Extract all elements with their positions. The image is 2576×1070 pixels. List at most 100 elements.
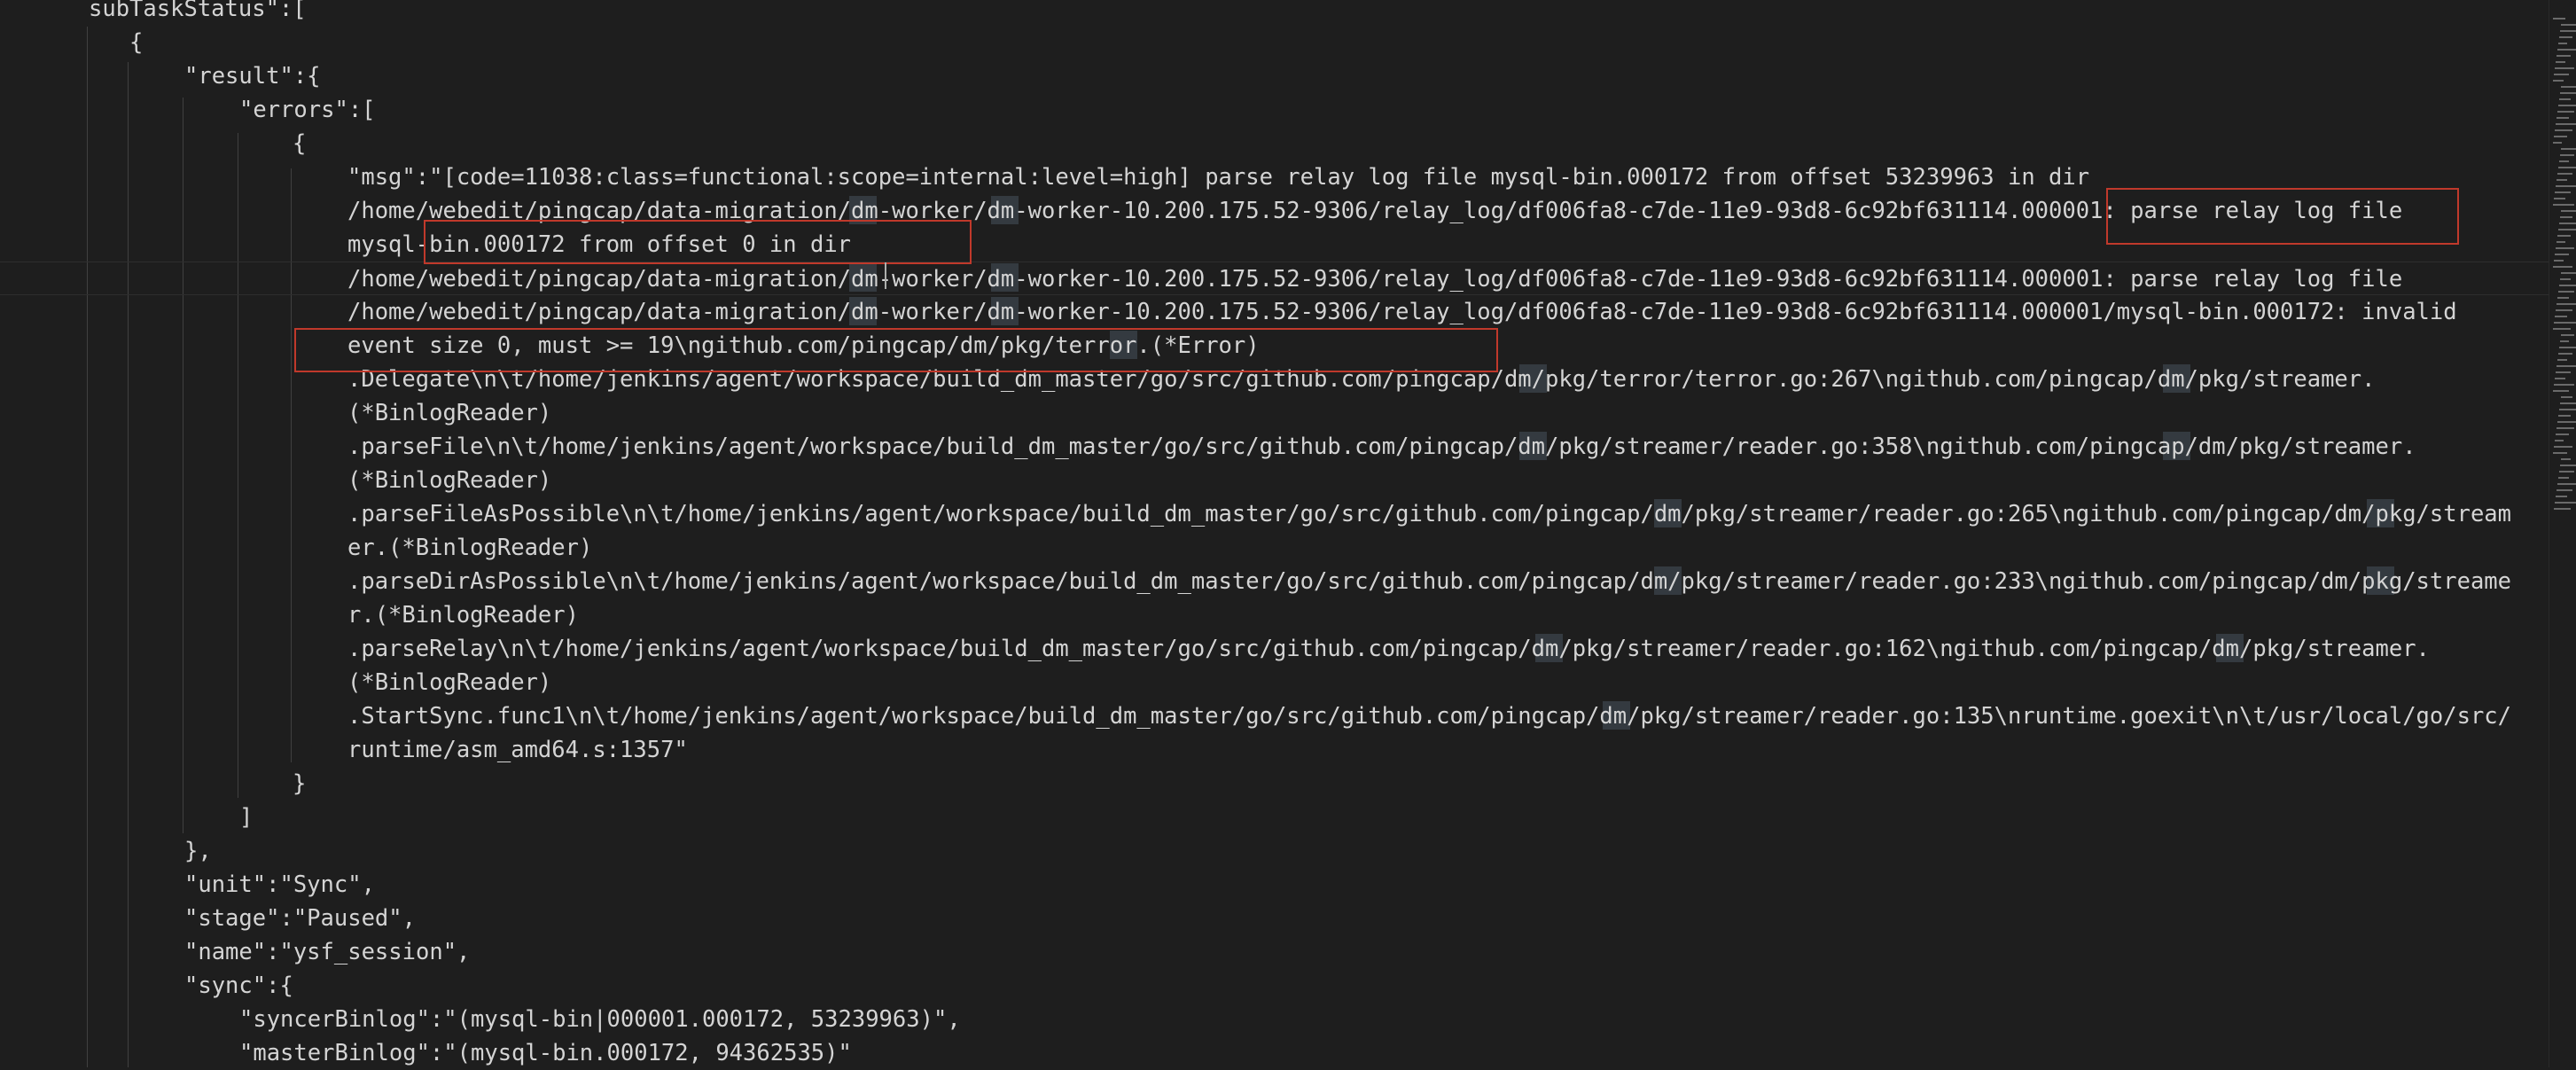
minimap-line xyxy=(2560,30,2576,32)
code-line[interactable]: "unit":"Sync", xyxy=(184,868,375,902)
minimap-line xyxy=(2553,452,2567,454)
minimap-line xyxy=(2554,198,2565,199)
code-editor[interactable]: subTaskStatus":[{"result":{"errors":[{"m… xyxy=(0,0,2576,1067)
minimap-line xyxy=(2558,229,2576,230)
minimap-line xyxy=(2557,421,2576,423)
minimap-line xyxy=(2559,98,2571,100)
minimap-line xyxy=(2556,427,2574,429)
code-line[interactable]: "result":{ xyxy=(184,59,321,93)
minimap-line xyxy=(2555,254,2569,255)
code-line[interactable]: .parseRelay\n\t/home/jenkins/agent/works… xyxy=(347,632,2430,666)
text-cursor xyxy=(885,262,886,289)
minimap-line xyxy=(2557,235,2571,237)
code-line[interactable]: "syncerBinlog":"(mysql-bin|000001.000172… xyxy=(239,1003,961,1036)
minimap-line xyxy=(2553,390,2569,392)
minimap-line xyxy=(2559,223,2576,224)
minimap-line xyxy=(2560,340,2569,342)
minimap-line xyxy=(2554,446,2572,448)
code-line[interactable]: { xyxy=(293,127,306,160)
code-line[interactable]: ] xyxy=(239,801,253,834)
minimap-line xyxy=(2558,291,2574,293)
minimap-line xyxy=(2560,402,2576,404)
minimap-line xyxy=(2560,278,2571,280)
minimap-line xyxy=(2556,309,2572,311)
minimap-line xyxy=(2554,384,2574,386)
code-line[interactable]: "name":"ysf_session", xyxy=(184,935,470,969)
minimap-line xyxy=(2553,142,2562,144)
minimap-line xyxy=(2554,136,2567,137)
code-line[interactable]: (*BinlogReader) xyxy=(347,396,551,430)
minimap-line xyxy=(2554,74,2569,75)
minimap-line xyxy=(2559,285,2576,286)
minimap-line xyxy=(2561,272,2576,274)
minimap-line xyxy=(2561,148,2576,150)
minimap-line xyxy=(2553,18,2565,20)
minimap-line xyxy=(2553,266,2572,268)
minimap-line xyxy=(2561,334,2574,336)
code-line[interactable]: r.(*BinlogReader) xyxy=(347,598,579,632)
minimap-line xyxy=(2556,489,2572,491)
minimap-line xyxy=(2554,508,2571,510)
minimap-line xyxy=(2558,415,2571,417)
code-line[interactable]: "msg":"[code=11038:class=functional:scop… xyxy=(347,160,2089,194)
minimap-line xyxy=(2559,36,2572,38)
minimap-line xyxy=(2556,55,2571,57)
minimap-line xyxy=(2556,303,2576,305)
code-line[interactable]: .parseFile\n\t/home/jenkins/agent/worksp… xyxy=(347,430,2416,464)
minimap-line xyxy=(2561,396,2572,398)
minimap-line xyxy=(2560,92,2576,94)
code-line[interactable]: (*BinlogReader) xyxy=(347,464,551,497)
minimap-line xyxy=(2555,378,2565,379)
minimap-line xyxy=(2557,359,2567,361)
code-line[interactable]: (*BinlogReader) xyxy=(347,666,551,699)
minimap-line xyxy=(2560,154,2574,156)
minimap-line xyxy=(2556,371,2571,373)
minimap-line xyxy=(2558,477,2569,479)
code-line[interactable]: } xyxy=(293,767,306,801)
minimap-line xyxy=(2560,465,2576,466)
code-line[interactable]: { xyxy=(129,26,143,59)
minimap-line xyxy=(2559,471,2574,473)
minimap-line xyxy=(2556,123,2576,125)
code-line[interactable]: "stage":"Paused", xyxy=(184,902,416,935)
indent-guide xyxy=(128,62,129,1067)
minimap-line xyxy=(2554,260,2564,262)
code-line[interactable]: /home/webedit/pingcap/data-migration/dm-… xyxy=(0,262,2576,295)
minimap-line xyxy=(2557,297,2569,299)
red-annotation-box xyxy=(2106,188,2459,245)
minimap-line xyxy=(2556,241,2565,243)
minimap[interactable] xyxy=(2549,0,2576,1067)
code-line[interactable]: er.(*BinlogReader) xyxy=(347,531,592,565)
indent-guide xyxy=(87,27,88,1067)
code-line[interactable]: .StartSync.func1\n\t/home/jenkins/agent/… xyxy=(347,699,2511,733)
code-line[interactable]: "errors":[ xyxy=(239,93,376,127)
code-line[interactable]: .parseDirAsPossible\n\t/home/jenkins/age… xyxy=(347,565,2511,598)
indent-guide xyxy=(291,168,292,762)
minimap-line xyxy=(2553,328,2571,330)
minimap-line xyxy=(2558,43,2567,44)
minimap-line xyxy=(2555,191,2571,193)
code-line[interactable]: subTaskStatus":[ xyxy=(89,0,307,26)
minimap-line xyxy=(2553,204,2574,206)
minimap-line xyxy=(2557,483,2576,485)
code-line[interactable]: "masterBinlog":"(mysql-bin.000172, 94362… xyxy=(239,1036,852,1070)
code-line[interactable]: runtime/asm_amd64.s:1357" xyxy=(347,733,688,767)
minimap-line xyxy=(2561,86,2576,88)
minimap-line xyxy=(2557,173,2572,175)
minimap-line xyxy=(2556,61,2565,63)
minimap-line xyxy=(2555,316,2567,317)
code-line[interactable]: /home/webedit/pingcap/data-migration/dm-… xyxy=(347,295,2457,329)
minimap-line xyxy=(2555,129,2572,131)
minimap-line xyxy=(2555,67,2574,69)
minimap-line xyxy=(2557,111,2574,113)
code-line[interactable]: .parseFileAsPossible\n\t/home/jenkins/ag… xyxy=(347,497,2511,531)
minimap-line xyxy=(2558,105,2576,106)
minimap-line xyxy=(2556,433,2569,435)
minimap-line xyxy=(2558,353,2572,355)
minimap-line xyxy=(2555,440,2564,441)
code-line[interactable]: }, xyxy=(184,834,212,868)
minimap-line xyxy=(2557,49,2576,51)
red-annotation-box xyxy=(294,328,1498,372)
minimap-line xyxy=(2556,117,2569,119)
code-line[interactable]: "sync":{ xyxy=(184,969,293,1003)
